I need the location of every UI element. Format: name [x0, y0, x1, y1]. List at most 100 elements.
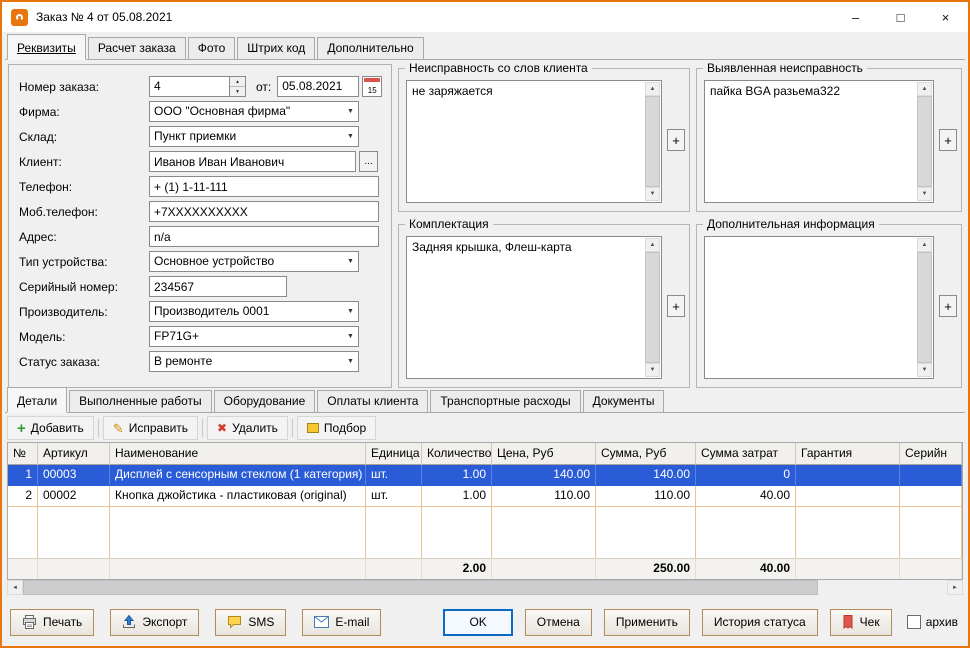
serial-input[interactable]	[149, 276, 287, 297]
header-sum[interactable]: Сумма, Руб	[596, 443, 696, 465]
scroll-right-icon[interactable]: ►	[947, 580, 963, 595]
export-button[interactable]: Экспорт	[110, 608, 200, 636]
tab-detali[interactable]: Детали	[7, 387, 68, 413]
client-input[interactable]	[149, 151, 356, 172]
chevron-down-icon[interactable]: ▼	[343, 102, 358, 121]
scroll-thumb[interactable]	[917, 96, 932, 187]
vertical-scrollbar[interactable]: ▲ ▼	[645, 82, 660, 201]
client-fault-textarea[interactable]: не заряжается ▲ ▼	[406, 80, 662, 203]
status-select[interactable]: В ремонте ▼	[149, 351, 359, 372]
chevron-down-icon[interactable]: ▼	[343, 252, 358, 271]
pick-button[interactable]: Подбор	[296, 416, 377, 440]
chevron-down-icon[interactable]: ▼	[343, 302, 358, 321]
model-select[interactable]: FP71G+ ▼	[149, 326, 359, 347]
scroll-up-icon[interactable]: ▲	[917, 238, 932, 252]
detected-fault-textarea[interactable]: пайка BGA разьема322 ▲ ▼	[704, 80, 934, 203]
minimize-button[interactable]: –	[833, 2, 878, 32]
vertical-scrollbar[interactable]: ▲ ▼	[917, 82, 932, 201]
sms-button[interactable]: SMS	[215, 608, 287, 636]
header-cost[interactable]: Сумма затрат	[696, 443, 796, 465]
scroll-left-icon[interactable]: ◄	[7, 580, 23, 595]
delete-row-button[interactable]: ✖ Удалить	[207, 416, 288, 440]
scroll-thumb[interactable]	[645, 96, 660, 187]
chevron-down-icon[interactable]: ▼	[343, 352, 358, 371]
tab-rekvizity[interactable]: Реквизиты	[7, 34, 86, 60]
spinner-up-icon[interactable]: ▲	[230, 77, 245, 86]
cell-price: 110.00	[492, 486, 596, 507]
order-date-field[interactable]: 05.08.2021	[277, 76, 360, 97]
scroll-up-icon[interactable]: ▲	[645, 238, 660, 252]
tab-dokumenty[interactable]: Документы	[582, 390, 665, 413]
scroll-down-icon[interactable]: ▼	[645, 187, 660, 201]
table-row[interactable]: 2 00002 Кнопка джойстика - пластиковая (…	[8, 486, 962, 507]
order-number-spinner[interactable]: 4 ▲ ▼	[149, 76, 246, 97]
receipt-button[interactable]: Чек	[829, 608, 892, 636]
header-name[interactable]: Наименование	[110, 443, 366, 465]
scroll-down-icon[interactable]: ▼	[917, 363, 932, 377]
completeness-textarea[interactable]: Задняя крышка, Флеш-карта ▲ ▼	[406, 236, 662, 379]
email-button[interactable]: E-mail	[302, 608, 382, 636]
cancel-button[interactable]: Отмена	[524, 608, 592, 636]
address-input[interactable]	[149, 226, 379, 247]
phone-input[interactable]	[149, 176, 379, 197]
scroll-thumb[interactable]	[23, 580, 818, 595]
horizontal-scrollbar[interactable]: ◄ ►	[7, 580, 963, 595]
tab-foto[interactable]: Фото	[187, 37, 236, 60]
scroll-track[interactable]	[23, 580, 947, 595]
spinner-down-icon[interactable]: ▼	[230, 86, 245, 96]
vertical-scrollbar[interactable]: ▲ ▼	[917, 238, 932, 377]
scroll-up-icon[interactable]: ▲	[645, 82, 660, 96]
scroll-thumb[interactable]	[917, 252, 932, 363]
additional-info-add-button[interactable]: +	[939, 295, 957, 317]
chevron-down-icon[interactable]: ▼	[343, 127, 358, 146]
mobile-input[interactable]	[149, 201, 379, 222]
header-unit[interactable]: Единица	[366, 443, 422, 465]
maximize-button[interactable]: □	[878, 2, 923, 32]
header-qty[interactable]: Количество	[422, 443, 492, 465]
client-browse-button[interactable]: ...	[359, 151, 378, 172]
device-type-select[interactable]: Основное устройство ▼	[149, 251, 359, 272]
scroll-down-icon[interactable]: ▼	[917, 187, 932, 201]
vertical-scrollbar[interactable]: ▲ ▼	[645, 238, 660, 377]
ok-button[interactable]: OK	[443, 608, 513, 636]
completeness-add-button[interactable]: +	[667, 295, 685, 317]
warehouse-select[interactable]: Пункт приемки ▼	[149, 126, 359, 147]
header-warranty[interactable]: Гарантия	[796, 443, 900, 465]
edit-row-button[interactable]: ✎ Исправить	[102, 416, 199, 440]
firm-select[interactable]: ООО "Основная фирма" ▼	[149, 101, 359, 122]
header-serial[interactable]: Серийн	[900, 443, 962, 465]
status-history-button[interactable]: История статуса	[701, 608, 818, 636]
tab-raschet-zakaza[interactable]: Расчет заказа	[87, 37, 186, 60]
scroll-thumb[interactable]	[645, 252, 660, 363]
row-mobile: Моб.телефон:	[19, 199, 391, 224]
groupbox-client-fault: Неисправность со слов клиента не заряжае…	[398, 61, 690, 212]
scroll-down-icon[interactable]: ▼	[645, 363, 660, 377]
tab-dopolnitelno[interactable]: Дополнительно	[317, 37, 424, 60]
tab-vypolnennye-raboty[interactable]: Выполненные работы	[69, 390, 212, 413]
header-article[interactable]: Артикул	[38, 443, 110, 465]
chevron-down-icon[interactable]: ▼	[343, 327, 358, 346]
detected-fault-add-button[interactable]: +	[939, 129, 957, 151]
tab-shtrih-kod[interactable]: Штрих код	[237, 37, 316, 60]
table-row[interactable]: 1 00003 Дисплей с сенсорным стеклом (1 к…	[8, 465, 962, 486]
additional-info-textarea[interactable]: ▲ ▼	[704, 236, 934, 379]
tab-oplaty-klienta[interactable]: Оплаты клиента	[317, 390, 429, 413]
apply-button[interactable]: Применить	[603, 608, 690, 636]
tab-transportnye-rashody[interactable]: Транспортные расходы	[430, 390, 581, 413]
client-fault-add-button[interactable]: +	[667, 129, 685, 151]
cell-sum: 140.00	[596, 465, 696, 486]
manufacturer-select[interactable]: Производитель 0001 ▼	[149, 301, 359, 322]
toolbar-separator	[291, 419, 293, 437]
cell-sum: 110.00	[596, 486, 696, 507]
header-price[interactable]: Цена, Руб	[492, 443, 596, 465]
close-button[interactable]: ×	[923, 2, 968, 32]
calendar-button[interactable]: 15	[362, 76, 383, 97]
add-row-button[interactable]: + Добавить	[7, 416, 94, 440]
receipt-icon	[843, 615, 853, 629]
archive-checkbox[interactable]	[906, 615, 921, 629]
details-toolbar: + Добавить ✎ Исправить ✖ Удалить Подбор	[7, 415, 377, 441]
scroll-up-icon[interactable]: ▲	[917, 82, 932, 96]
header-number[interactable]: №	[8, 443, 38, 465]
print-button[interactable]: Печать	[10, 608, 95, 636]
tab-oborudovanie[interactable]: Оборудование	[213, 390, 316, 413]
